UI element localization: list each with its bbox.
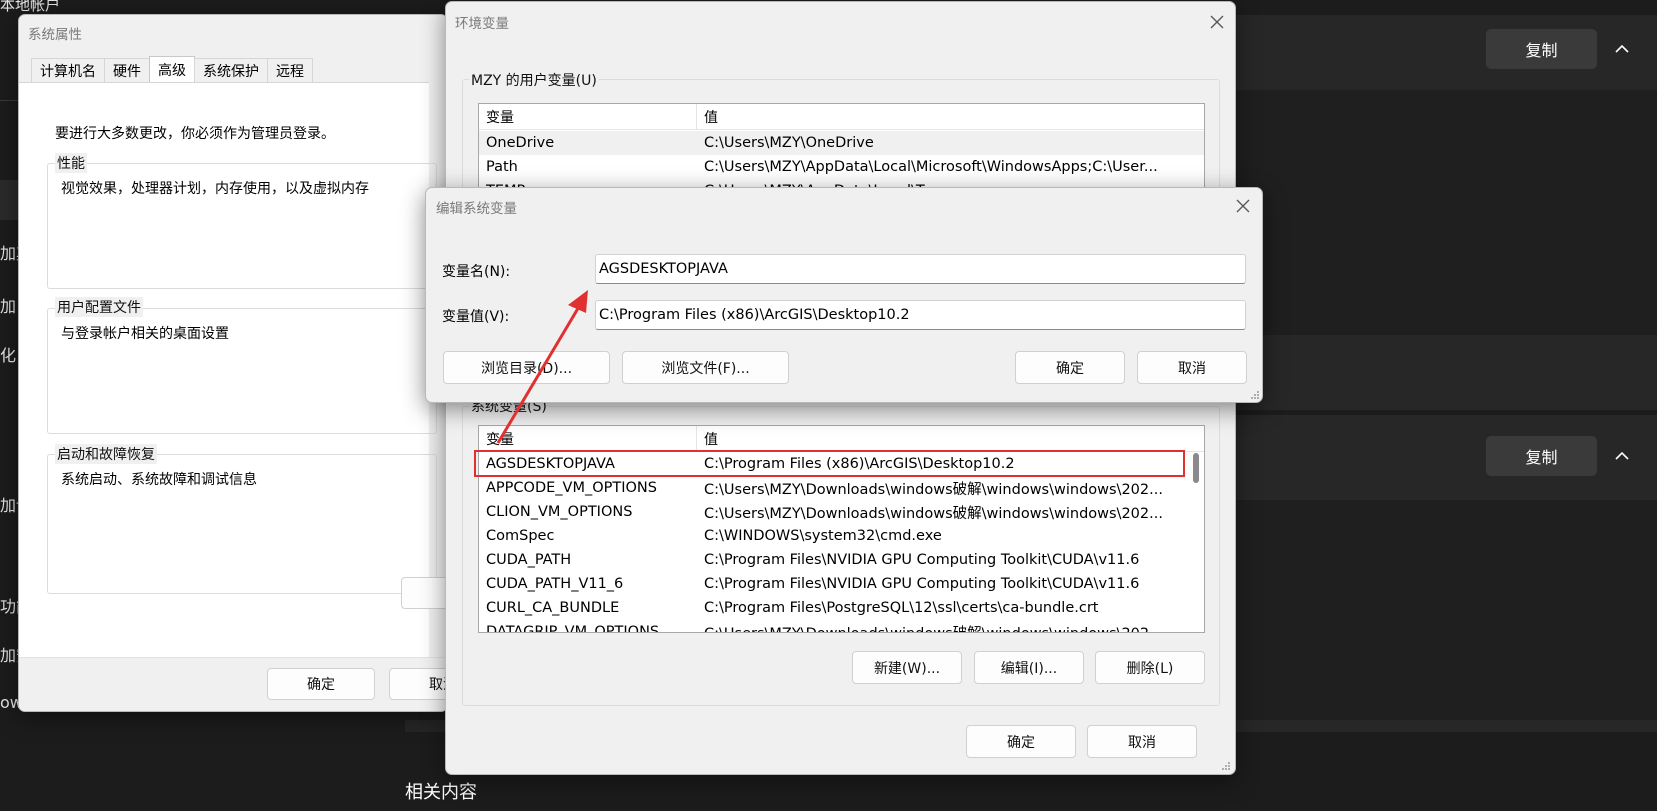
annotation-arrow xyxy=(496,290,588,444)
